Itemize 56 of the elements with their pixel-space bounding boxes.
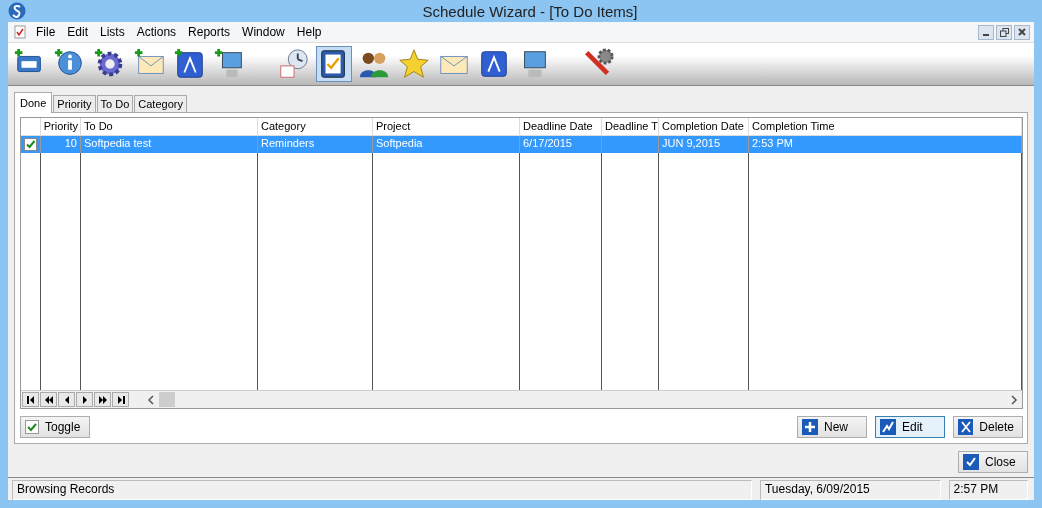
restore-icon: [999, 27, 1009, 37]
new-button[interactable]: New: [797, 416, 867, 438]
close-window-button[interactable]: Close: [958, 451, 1028, 473]
checkbox-icon: [25, 420, 39, 434]
table-cell: 10: [41, 136, 81, 153]
window-title: Schedule Wizard - [To Do Items]: [421, 2, 639, 20]
close-icon: [1018, 28, 1026, 36]
menu-item[interactable]: Edit: [61, 25, 95, 39]
table-cell: Softpedia test: [81, 136, 258, 153]
previous-page-icon: [43, 394, 54, 405]
plus-icon: [802, 419, 818, 435]
first-record-icon-button[interactable]: [22, 392, 39, 407]
menu-item[interactable]: File: [30, 25, 62, 39]
table-cell: Reminders: [258, 136, 373, 153]
menu-item[interactable]: Window: [236, 25, 291, 39]
app-logo-icon: [8, 2, 26, 20]
menu-item[interactable]: Actions: [130, 25, 183, 39]
menu-item[interactable]: Lists: [94, 25, 131, 39]
checkmark-icon: [963, 454, 979, 470]
clock-icon: [277, 47, 311, 81]
delete-button[interactable]: Delete: [953, 416, 1023, 438]
table-cell: JUN 9,2015: [659, 136, 749, 153]
restore-button[interactable]: [996, 24, 1012, 40]
next-page-icon-button[interactable]: [94, 392, 111, 407]
tab[interactable]: Done: [14, 92, 53, 113]
previous-record-icon-button[interactable]: [58, 392, 75, 407]
menu-item[interactable]: Reports: [182, 25, 237, 39]
toggle-button[interactable]: Toggle: [20, 416, 90, 438]
tab[interactable]: To Do: [96, 95, 134, 112]
last-record-icon-button[interactable]: [112, 392, 129, 407]
table-cell: [602, 136, 659, 153]
status-date: Tuesday, 6/09/2015: [760, 480, 941, 500]
close-button[interactable]: [1014, 24, 1030, 40]
toolbar-button[interactable]: [316, 46, 352, 82]
star-icon: [397, 47, 431, 81]
status-text: Browsing Records: [12, 480, 752, 500]
previous-page-icon-button[interactable]: [40, 392, 57, 407]
table-cell: Softpedia: [373, 136, 520, 153]
table-row-selection[interactable]: [21, 136, 41, 153]
tab[interactable]: Priority: [53, 95, 96, 112]
table-cell: 2:53 PM: [749, 136, 1022, 153]
last-record-icon: [115, 394, 126, 405]
scroll-right-icon[interactable]: [1010, 394, 1018, 405]
menu-item[interactable]: Help: [290, 25, 328, 39]
tab[interactable]: Category: [134, 95, 187, 112]
checkbox[interactable]: [24, 138, 37, 151]
scrollbar-thumb[interactable]: [159, 392, 175, 407]
table-cell: 6/17/2015: [520, 136, 602, 153]
first-record-icon: [25, 394, 36, 405]
document-icon[interactable]: [12, 24, 28, 40]
next-record-icon-button[interactable]: [76, 392, 93, 407]
next-page-icon: [97, 394, 108, 405]
minimize-button[interactable]: [978, 24, 994, 40]
status-time: 2:57 PM: [948, 480, 1028, 500]
edit-button[interactable]: Edit: [875, 416, 945, 438]
scroll-left-icon[interactable]: [147, 394, 155, 405]
